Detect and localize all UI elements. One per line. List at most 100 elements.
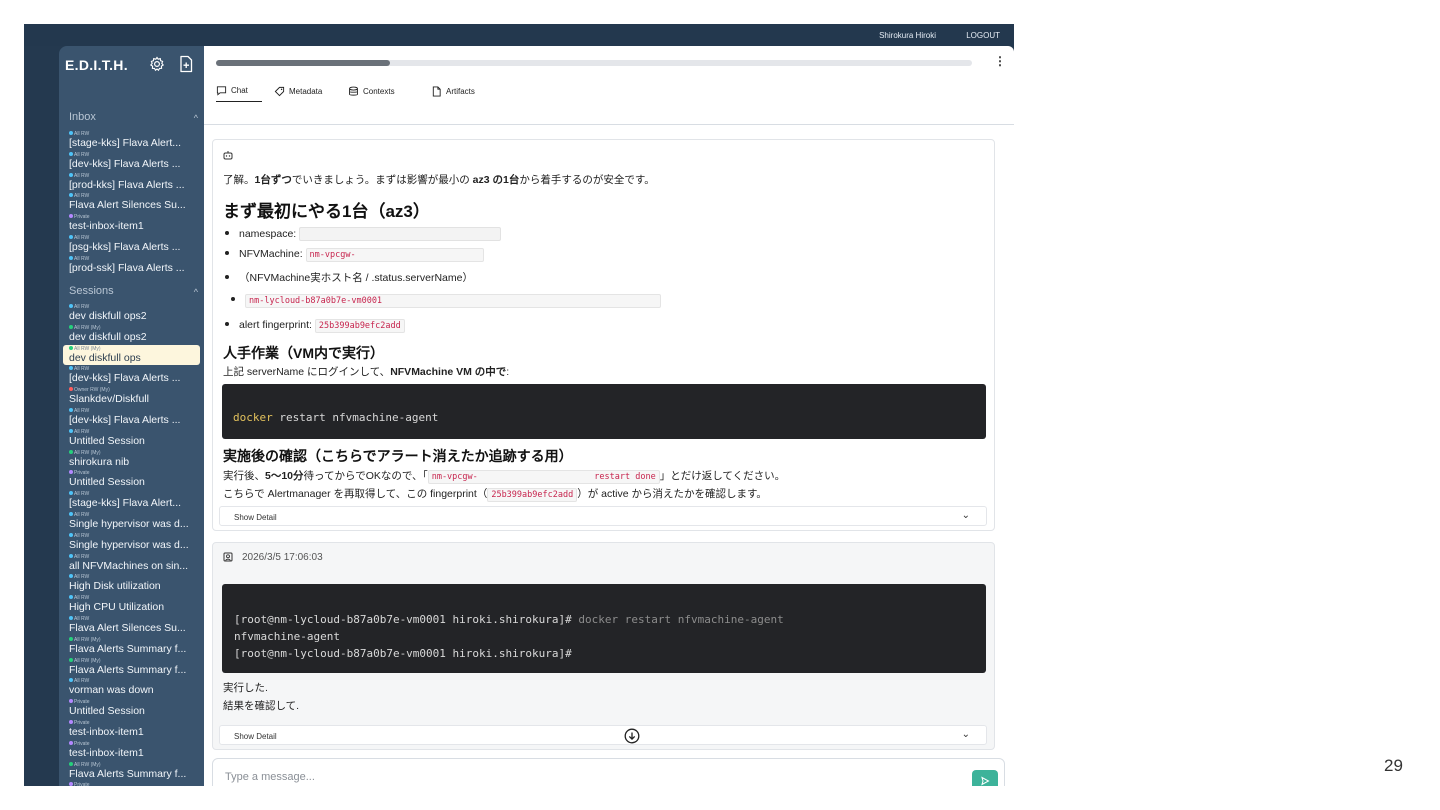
access-badge: Private <box>69 699 90 705</box>
sidebar-item[interactable]: PrivateUntitled Session <box>63 781 200 786</box>
sidebar-item-label: High Disk utilization <box>69 581 161 593</box>
sidebar-item[interactable]: All RW Untitled Session <box>63 428 200 448</box>
sidebar-item[interactable]: All RW Single hypervisor was d... <box>63 511 200 531</box>
access-badge: Private <box>69 782 90 786</box>
manual-text: 上記 serverName にログインして、NFVMachine VM の中で: <box>223 366 510 378</box>
access-badge: All RW <box>69 151 89 158</box>
sidebar-item-label: [dev-kks] Flava Alerts ... <box>69 373 181 385</box>
sessions-header[interactable]: Sessions <box>69 285 114 297</box>
tab-artifacts[interactable]: Artifacts <box>431 80 475 102</box>
sidebar-item[interactable]: PrivateUntitled Session <box>63 469 200 489</box>
user-message: 2026/3/5 17:06:03 [root@nm-lycloud-b87a0… <box>212 542 995 750</box>
sidebar-item[interactable]: All RW (My) dev diskfull ops <box>63 344 200 365</box>
bullet-fingerprint: alert fingerprint: 25b399ab9efc2add <box>225 319 405 333</box>
sidebar-item[interactable]: All RW High Disk utilization <box>63 573 200 593</box>
status-dot-icon <box>69 193 73 198</box>
message-input[interactable] <box>225 771 925 783</box>
status-dot-icon <box>69 761 73 766</box>
access-badge: All RW <box>69 616 89 622</box>
sidebar-item-label: Flava Alert Silences Su... <box>69 623 186 634</box>
tab-contexts[interactable]: Contexts <box>348 80 395 102</box>
sidebar-item[interactable]: Private test-inbox-item1 <box>63 213 200 233</box>
sidebar-item-label: Untitled Session <box>69 435 145 447</box>
sidebar-item[interactable]: All RW (My) Flava Alerts Summary f... <box>63 657 200 677</box>
access-badge: Private <box>69 720 90 726</box>
sidebar-item[interactable]: All RW High CPU Utilization <box>63 594 200 614</box>
tab-chat[interactable]: Chat <box>216 80 262 102</box>
sidebar-item[interactable]: All RW (My) shirokura nib <box>63 449 200 469</box>
sidebar-item[interactable]: All RW Flava Alert Silences Su... <box>63 615 200 635</box>
terminal-output[interactable]: [root@nm-lycloud-b87a0b7e-vm0001 hiroki.… <box>222 584 986 673</box>
sidebar-item[interactable]: Private test-inbox-item1 <box>63 740 200 760</box>
more-menu-icon[interactable]: ⋮ <box>994 54 1006 68</box>
sidebar-item-label: Untitled Session <box>69 477 145 489</box>
access-badge: Private <box>69 740 90 747</box>
access-badge: All RW <box>69 678 89 684</box>
sidebar-item[interactable]: PrivateUntitled Session <box>63 698 200 718</box>
sidebar-item[interactable]: All RW dev diskfull ops2 <box>63 303 200 323</box>
top-bar: Shirokura Hiroki LOGOUT <box>24 24 1014 46</box>
sidebar-item[interactable]: All RW Flava Alert Silences Su... <box>63 192 200 212</box>
sessions-chevron-icon[interactable]: ^ <box>194 287 198 297</box>
new-session-icon[interactable] <box>178 55 194 73</box>
status-dot-icon <box>69 131 73 135</box>
sidebar-item[interactable]: All RW vorman was down <box>63 677 200 697</box>
access-badge: All RW (My) <box>69 761 101 768</box>
gear-icon[interactable] <box>149 56 165 72</box>
access-badge: All RW <box>69 491 89 497</box>
heading-manual-work: 人手作業（VM内で実行） <box>223 345 384 361</box>
sidebar-item[interactable]: All RW all NFVMachines on sin... <box>63 553 200 573</box>
show-detail-button[interactable]: Show Detail ⌄ <box>219 725 987 745</box>
sidebar-item[interactable]: All RW [prod-ssk] Flava Alerts ... <box>63 255 200 275</box>
status-dot-icon <box>69 470 73 475</box>
status-dot-icon <box>69 740 73 745</box>
sidebar-item-label: Flava Alerts Summary f... <box>69 643 187 655</box>
send-button[interactable] <box>972 770 998 786</box>
sidebar-item[interactable]: Private test-inbox-item1 <box>63 719 200 739</box>
heading-first-target: まず最初にやる1台（az3） <box>223 202 430 221</box>
assistant-message: 了解。1台ずつでいきましょう。まずは影響が最小の az3 の1台から着手するのが… <box>212 139 995 531</box>
status-dot-icon <box>69 678 73 683</box>
status-dot-icon <box>69 235 73 239</box>
status-dot-icon <box>69 574 73 579</box>
code-block[interactable]: docker restart nfvmachine-agent <box>222 384 986 439</box>
sidebar-item-label: Slankdev/Diskfull <box>69 394 149 406</box>
inbox-chevron-icon[interactable]: ^ <box>194 113 198 123</box>
sidebar-item-label: dev diskfull ops <box>69 352 141 364</box>
sidebar-item-label: [prod-ssk] Flava Alerts ... <box>69 262 185 274</box>
sidebar-item[interactable]: All RW [dev-kks] Flava Alerts ... <box>63 407 200 427</box>
access-badge: All RW <box>69 193 89 199</box>
status-dot-icon <box>69 255 73 260</box>
tab-divider <box>204 124 1014 125</box>
inbox-header[interactable]: Inbox <box>69 111 96 123</box>
status-dot-icon <box>69 532 73 537</box>
sidebar-item-label: Flava Alerts Summary f... <box>69 768 187 780</box>
sidebar-item[interactable]: All RW [stage-kks] Flava Alert... <box>63 490 200 510</box>
sidebar-item[interactable]: All RW [dev-kks] Flava Alerts ... <box>63 365 200 385</box>
tab-metadata[interactable]: Metadata <box>274 80 322 102</box>
sidebar-item[interactable]: All RW [stage-kks] Flava Alert... <box>63 130 200 150</box>
access-badge: All RW <box>69 428 89 435</box>
access-badge: Private <box>69 470 90 476</box>
show-detail-button[interactable]: Show Detail ⌄ <box>219 506 987 526</box>
access-badge: All RW <box>69 235 89 241</box>
scroll-down-icon[interactable] <box>624 728 640 744</box>
sidebar-item[interactable]: All RW Single hypervisor was d... <box>63 532 200 552</box>
status-dot-icon <box>69 512 73 516</box>
sidebar-item[interactable]: All RW (My) dev diskfull ops2 <box>63 324 200 344</box>
bullet-hostname: nm-lycloud-b87a0b7e-vm0001 <box>231 294 661 308</box>
access-badge: All RW <box>69 255 89 262</box>
status-dot-icon <box>69 366 73 371</box>
status-dot-icon <box>69 636 73 641</box>
sidebar-item[interactable]: All RW (My) Flava Alerts Summary f... <box>63 636 200 656</box>
sidebar-item[interactable]: Owner RW (My) Slankdev/Diskfull <box>63 386 200 406</box>
logout-button[interactable]: LOGOUT <box>966 31 1000 40</box>
sidebar-item[interactable]: All RW [prod-kks] Flava Alerts ... <box>63 172 200 192</box>
sidebar-item[interactable]: All RW (My) Flava Alerts Summary f... <box>63 761 200 781</box>
sidebar-item[interactable]: All RW [psg-kks] Flava Alerts ... <box>63 234 200 254</box>
sidebar-item-label: Single hypervisor was d... <box>69 519 189 530</box>
sidebar-item-label: [stage-kks] Flava Alert... <box>69 138 182 149</box>
status-dot-icon <box>69 408 73 412</box>
access-badge: Private <box>69 214 90 220</box>
sidebar-item[interactable]: All RW [dev-kks] Flava Alerts ... <box>63 151 200 171</box>
